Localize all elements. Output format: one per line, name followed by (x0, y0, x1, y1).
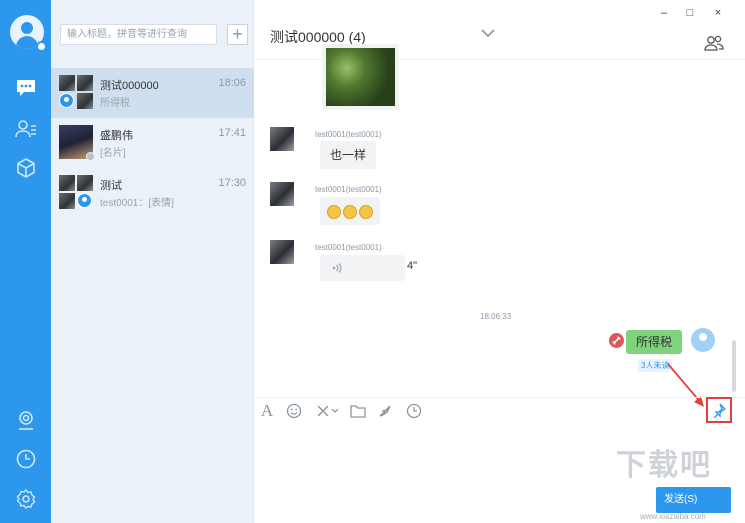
message-timestamp: 18:06:33 (480, 312, 512, 321)
conversation-item[interactable]: 测试 17:30 test0001：[表情] (51, 168, 254, 218)
conversation-preview: [名片] (100, 148, 126, 159)
sender-name: test0001(test0001) (315, 185, 382, 194)
emoji-message-bubble (320, 197, 380, 225)
pin-badge-icon[interactable] (609, 333, 624, 348)
chevron-down-icon[interactable] (480, 27, 496, 39)
image-message[interactable] (322, 44, 399, 110)
group-avatar (59, 75, 93, 109)
group-members-icon[interactable] (704, 34, 724, 52)
contacts-icon[interactable] (14, 117, 38, 141)
send-button[interactable]: 发送(S) (656, 487, 731, 513)
sender-name: test0001(test0001) (315, 243, 382, 252)
emoji-picker-icon[interactable] (285, 402, 303, 420)
message-bubble: 也一样 (320, 141, 377, 169)
sender-avatar[interactable] (270, 240, 294, 264)
my-message-bubble: 所得税 (626, 330, 683, 354)
contact-avatar (59, 125, 95, 161)
chat-icon[interactable] (14, 76, 38, 100)
conversation-item[interactable]: 盛鹏伟 17:41 [名片] (51, 118, 254, 168)
emoji-icon (359, 204, 373, 219)
clock-icon[interactable] (14, 447, 38, 471)
emoji-icon (327, 204, 341, 219)
search-input[interactable]: 输入标题，拼音等进行查询 (60, 24, 217, 45)
voice-duration: 4" (407, 260, 418, 272)
conversation-name: 测试000000 (100, 80, 159, 92)
watermark-url: www.xiazaiba.com (640, 512, 706, 521)
feather-pen-icon[interactable] (376, 402, 394, 420)
apps-cube-icon[interactable] (14, 156, 38, 180)
conversation-time: 17:41 (218, 127, 246, 139)
emoji-icon (343, 204, 357, 219)
maximize-button[interactable]: □ (682, 6, 698, 20)
sender-avatar[interactable] (270, 127, 294, 151)
conversation-time: 17:30 (218, 177, 246, 189)
group-avatar (59, 175, 93, 209)
close-button[interactable]: × (710, 6, 726, 20)
left-nav-rail (0, 0, 51, 523)
minimize-button[interactable]: – (656, 6, 672, 20)
settings-icon[interactable] (14, 487, 38, 511)
conversation-name: 盛鹏伟 (100, 130, 133, 142)
pin-icon (713, 403, 727, 418)
add-button[interactable]: + (227, 24, 248, 45)
folder-icon[interactable] (349, 402, 367, 420)
my-avatar[interactable] (691, 328, 715, 352)
conversation-preview: 所得税 (100, 98, 130, 109)
screenshot-scissors-icon[interactable] (315, 402, 339, 420)
history-clock-icon[interactable] (405, 402, 423, 420)
composer-toolbar: A (254, 397, 745, 423)
sender-avatar[interactable] (270, 182, 294, 206)
profile-icon[interactable] (14, 408, 38, 432)
conversation-item[interactable]: 测试000000 18:06 所得税 (51, 68, 254, 118)
message-scrollbar[interactable] (732, 340, 736, 392)
conversation-preview: test0001：[表情] (100, 198, 174, 209)
conversation-list-panel: 输入标题，拼音等进行查询 + 测试000000 18:06 所得税 盛鹏伟 17… (51, 0, 254, 523)
sender-name: test0001(test0001) (315, 130, 382, 139)
voice-wave-icon (332, 263, 342, 273)
font-icon[interactable]: A (258, 401, 276, 420)
voice-message[interactable] (320, 255, 405, 281)
pin-message-button[interactable] (706, 397, 732, 423)
conversation-time: 18:06 (218, 77, 246, 89)
conversation-name: 测试 (100, 180, 122, 192)
status-badge-icon (36, 41, 47, 52)
watermark-logo: 下载吧 (616, 449, 712, 482)
